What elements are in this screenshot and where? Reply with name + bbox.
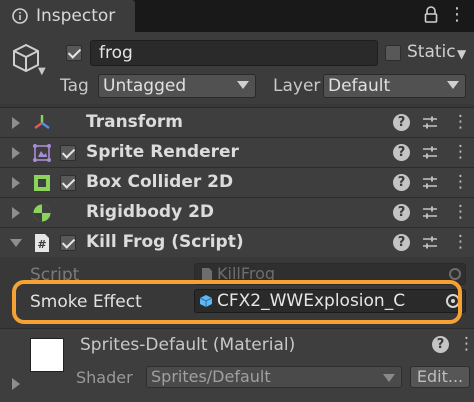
tab-menu-icon[interactable]: ⋮ xyxy=(448,4,466,25)
foldout-arrow-icon[interactable] xyxy=(12,117,20,129)
foldout-arrow-icon[interactable] xyxy=(12,147,20,159)
info-icon xyxy=(12,8,28,24)
layer-value: Default xyxy=(328,76,391,96)
help-icon[interactable]: ? xyxy=(393,234,410,251)
foldout-arrow-icon[interactable] xyxy=(10,239,22,247)
foldout-arrow-icon[interactable] xyxy=(12,177,20,189)
box-collider-icon xyxy=(34,175,50,191)
object-picker-icon xyxy=(449,268,461,280)
shader-value: Sprites/Default xyxy=(151,367,271,386)
chevron-down-icon[interactable]: ▼ xyxy=(38,66,46,77)
transform-icon xyxy=(34,115,50,129)
context-menu-icon[interactable]: ⋮ xyxy=(452,231,469,253)
help-icon[interactable]: ? xyxy=(393,204,410,221)
component-enabled-checkbox[interactable] xyxy=(60,235,76,251)
help-icon[interactable]: ? xyxy=(393,174,410,191)
material-preview[interactable] xyxy=(30,338,64,372)
static-label: Static xyxy=(407,42,456,62)
tag-dropdown[interactable]: Untagged xyxy=(98,74,256,98)
component-sprite-renderer[interactable]: Sprite Renderer ? ⋮ xyxy=(0,137,474,167)
component-title: Sprite Renderer xyxy=(86,142,239,162)
presets-icon[interactable] xyxy=(421,144,439,162)
highlight-annotation xyxy=(12,280,462,324)
context-menu-icon[interactable]: ⋮ xyxy=(452,141,469,163)
presets-icon[interactable] xyxy=(421,174,439,192)
component-enabled-checkbox[interactable] xyxy=(60,145,76,161)
context-menu-icon[interactable]: ⋮ xyxy=(452,171,469,193)
tag-label: Tag xyxy=(60,76,89,96)
component-title: Rigidbody 2D xyxy=(86,202,215,222)
component-transform[interactable]: Transform ? ⋮ xyxy=(0,107,474,137)
component-title: Kill Frog (Script) xyxy=(86,232,244,252)
layer-dropdown[interactable]: Default xyxy=(323,74,466,98)
presets-icon[interactable] xyxy=(421,204,439,222)
component-box-collider-2d[interactable]: Box Collider 2D ? ⋮ xyxy=(0,167,474,197)
presets-icon[interactable] xyxy=(421,234,439,252)
material-name: Sprites-Default (Material) xyxy=(80,335,296,355)
help-icon[interactable]: ? xyxy=(393,144,410,161)
chevron-down-icon xyxy=(447,81,459,89)
component-enabled-checkbox[interactable] xyxy=(60,175,76,191)
help-icon[interactable]: ? xyxy=(432,336,449,353)
layer-label: Layer xyxy=(273,76,321,96)
script-icon: # xyxy=(35,234,49,252)
edit-shader-button[interactable]: Edit... xyxy=(410,366,470,388)
object-name-text: frog xyxy=(99,43,133,63)
foldout-arrow-icon[interactable] xyxy=(12,378,20,390)
component-title: Transform xyxy=(86,112,183,132)
foldout-arrow-icon[interactable] xyxy=(12,207,20,219)
rigidbody-icon xyxy=(33,204,51,222)
static-dropdown-icon[interactable]: ▼ xyxy=(457,47,466,61)
component-rigidbody-2d[interactable]: Rigidbody 2D ? ⋮ xyxy=(0,197,474,227)
context-menu-icon[interactable]: ⋮ xyxy=(452,201,469,223)
chevron-down-icon xyxy=(383,374,395,382)
static-checkbox[interactable] xyxy=(385,45,401,61)
component-title: Box Collider 2D xyxy=(86,172,234,192)
component-kill-frog-script[interactable]: # Kill Frog (Script) ? ⋮ xyxy=(0,227,474,257)
tab-inspector[interactable]: Inspector xyxy=(0,0,135,32)
presets-icon[interactable] xyxy=(421,114,439,132)
svg-text:#: # xyxy=(37,238,46,251)
shader-label: Shader xyxy=(76,368,133,387)
object-name-field[interactable]: frog xyxy=(90,40,378,66)
script-file-icon xyxy=(202,268,212,280)
sprite-renderer-icon xyxy=(33,144,51,162)
help-icon[interactable]: ? xyxy=(393,114,410,131)
shader-dropdown[interactable]: Sprites/Default xyxy=(146,366,402,388)
lock-icon[interactable] xyxy=(423,6,439,24)
context-menu-icon[interactable]: ⋮ xyxy=(458,333,474,355)
context-menu-icon[interactable]: ⋮ xyxy=(452,111,469,133)
chevron-down-icon xyxy=(237,81,249,89)
tag-value: Untagged xyxy=(103,76,187,96)
object-active-checkbox[interactable] xyxy=(66,45,82,61)
tab-title: Inspector xyxy=(36,6,116,26)
